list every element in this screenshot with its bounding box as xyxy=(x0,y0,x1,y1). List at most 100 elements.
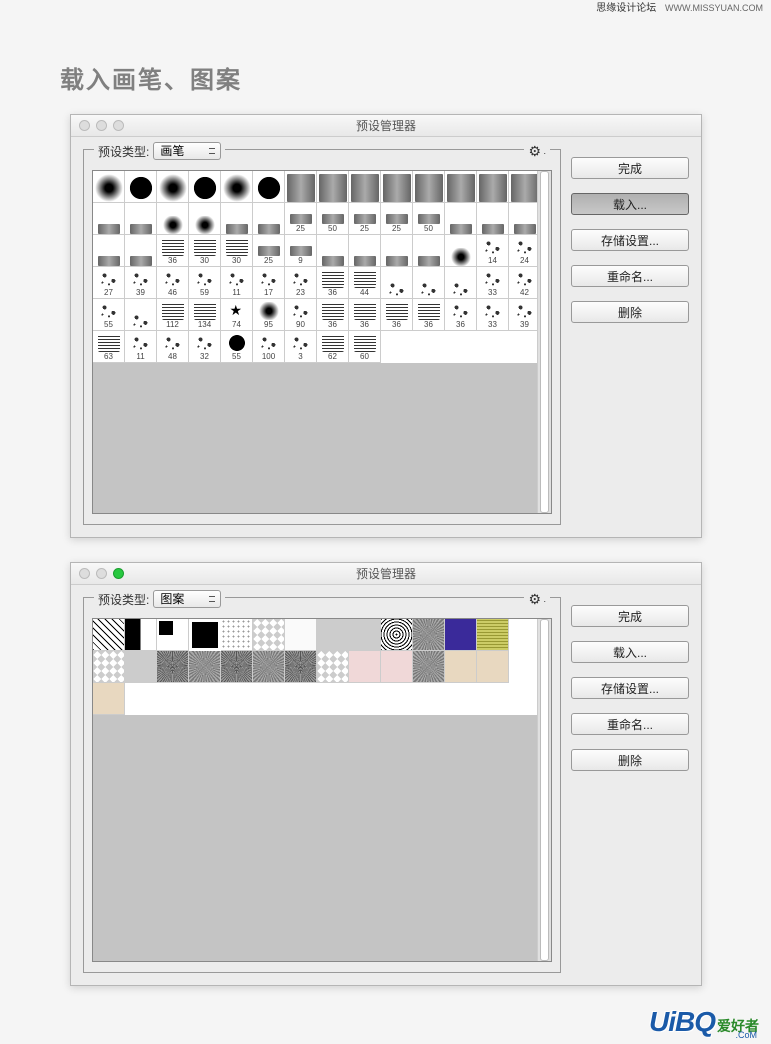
brush-swatch[interactable]: 27 xyxy=(93,267,125,299)
pattern-swatch[interactable] xyxy=(413,619,445,651)
brush-swatch[interactable]: 32 xyxy=(189,331,221,363)
pattern-swatch[interactable] xyxy=(93,683,125,715)
done-button[interactable]: 完成 xyxy=(571,157,689,179)
brush-swatch[interactable] xyxy=(477,203,509,235)
pattern-swatch[interactable] xyxy=(221,651,253,683)
pattern-swatch[interactable] xyxy=(157,619,189,651)
brush-swatch[interactable]: 36 xyxy=(349,299,381,331)
brush-swatch[interactable]: 14 xyxy=(477,235,509,267)
brush-swatch[interactable]: 9 xyxy=(285,235,317,267)
brush-swatch[interactable]: 59 xyxy=(189,267,221,299)
pattern-swatch[interactable] xyxy=(93,651,125,683)
close-icon[interactable] xyxy=(79,120,90,131)
pattern-swatch[interactable] xyxy=(445,651,477,683)
rename-button[interactable]: 重命名... xyxy=(571,265,689,287)
brush-swatch[interactable] xyxy=(285,171,317,203)
brush-swatch[interactable]: 36 xyxy=(317,299,349,331)
brush-swatch[interactable] xyxy=(125,235,157,267)
close-icon[interactable] xyxy=(79,568,90,579)
brush-swatch[interactable] xyxy=(189,203,221,235)
brush-swatch[interactable] xyxy=(253,171,285,203)
minimize-icon[interactable] xyxy=(96,120,107,131)
pattern-swatch[interactable] xyxy=(93,619,125,651)
brush-swatch[interactable] xyxy=(413,235,445,267)
pattern-swatch[interactable] xyxy=(253,619,285,651)
brush-swatch[interactable] xyxy=(253,203,285,235)
pattern-swatch[interactable] xyxy=(157,651,189,683)
zoom-icon[interactable] xyxy=(113,120,124,131)
brush-swatch[interactable] xyxy=(477,171,509,203)
pattern-swatch[interactable] xyxy=(477,619,509,651)
brush-swatch[interactable]: 44 xyxy=(349,267,381,299)
brush-swatch[interactable]: 17 xyxy=(253,267,285,299)
scrollbar[interactable] xyxy=(537,619,551,961)
brush-swatch[interactable] xyxy=(445,235,477,267)
brush-swatch[interactable]: 48 xyxy=(157,331,189,363)
brush-swatch[interactable] xyxy=(381,171,413,203)
brush-swatch[interactable] xyxy=(413,267,445,299)
brush-swatch[interactable]: 90 xyxy=(285,299,317,331)
pattern-swatch[interactable] xyxy=(317,651,349,683)
brush-swatch[interactable]: 134 xyxy=(189,299,221,331)
brush-swatch[interactable]: 50 xyxy=(317,203,349,235)
brush-swatch[interactable] xyxy=(413,171,445,203)
brush-swatch[interactable]: 95 xyxy=(253,299,285,331)
brush-swatch[interactable] xyxy=(221,203,253,235)
pattern-swatch[interactable] xyxy=(349,651,381,683)
load-button[interactable]: 载入... xyxy=(571,193,689,215)
brush-swatch[interactable]: 36 xyxy=(445,299,477,331)
brush-swatch[interactable] xyxy=(157,171,189,203)
brush-swatch[interactable]: 3 xyxy=(285,331,317,363)
rename-button[interactable]: 重命名... xyxy=(571,713,689,735)
title-bar[interactable]: 预设管理器 xyxy=(71,563,701,585)
brush-swatch[interactable] xyxy=(445,203,477,235)
delete-button[interactable]: 删除 xyxy=(571,749,689,771)
brush-swatch[interactable] xyxy=(125,203,157,235)
brush-swatch[interactable]: 11 xyxy=(125,331,157,363)
brush-swatch[interactable]: 25 xyxy=(349,203,381,235)
brush-swatch[interactable]: 36 xyxy=(317,267,349,299)
brush-swatch[interactable]: 46 xyxy=(157,267,189,299)
brush-swatch[interactable]: 60 xyxy=(349,331,381,363)
zoom-icon[interactable] xyxy=(113,568,124,579)
brush-swatch[interactable]: 36 xyxy=(413,299,445,331)
brush-swatch[interactable] xyxy=(349,235,381,267)
brush-swatch[interactable]: 63 xyxy=(93,331,125,363)
brush-swatch[interactable] xyxy=(381,267,413,299)
delete-button[interactable]: 删除 xyxy=(571,301,689,323)
minimize-icon[interactable] xyxy=(96,568,107,579)
brush-swatch[interactable]: 25 xyxy=(381,203,413,235)
gear-icon[interactable] xyxy=(528,592,542,606)
pattern-swatch[interactable] xyxy=(189,619,221,651)
brush-swatch[interactable]: 30 xyxy=(221,235,253,267)
brush-swatch[interactable] xyxy=(93,171,125,203)
pattern-swatch[interactable] xyxy=(221,619,253,651)
brush-swatch[interactable]: 33 xyxy=(477,267,509,299)
pattern-swatch[interactable] xyxy=(285,651,317,683)
brush-swatch[interactable]: 33 xyxy=(477,299,509,331)
brush-swatch[interactable] xyxy=(93,235,125,267)
preset-type-dropdown[interactable]: 画笔 xyxy=(153,142,221,160)
title-bar[interactable]: 预设管理器 xyxy=(71,115,701,137)
brush-swatch[interactable]: 55 xyxy=(93,299,125,331)
brush-swatch[interactable]: 25 xyxy=(285,203,317,235)
brush-swatch[interactable]: 30 xyxy=(189,235,221,267)
brush-swatch[interactable]: 36 xyxy=(381,299,413,331)
done-button[interactable]: 完成 xyxy=(571,605,689,627)
pattern-swatch[interactable] xyxy=(381,651,413,683)
gear-icon[interactable] xyxy=(528,144,542,158)
pattern-swatch[interactable] xyxy=(125,619,157,651)
scrollbar-thumb[interactable] xyxy=(540,619,549,961)
brush-swatch[interactable] xyxy=(349,171,381,203)
scrollbar[interactable] xyxy=(537,171,551,513)
brush-swatch[interactable] xyxy=(157,203,189,235)
pattern-swatch[interactable] xyxy=(125,651,157,683)
scrollbar-thumb[interactable] xyxy=(540,171,549,513)
brush-swatch[interactable]: 50 xyxy=(413,203,445,235)
pattern-swatch[interactable] xyxy=(413,651,445,683)
brush-swatch[interactable]: 39 xyxy=(125,267,157,299)
brush-swatch[interactable]: 25 xyxy=(253,235,285,267)
brush-swatch[interactable]: 11 xyxy=(221,267,253,299)
brush-swatch[interactable] xyxy=(445,267,477,299)
pattern-swatch[interactable] xyxy=(317,619,349,651)
